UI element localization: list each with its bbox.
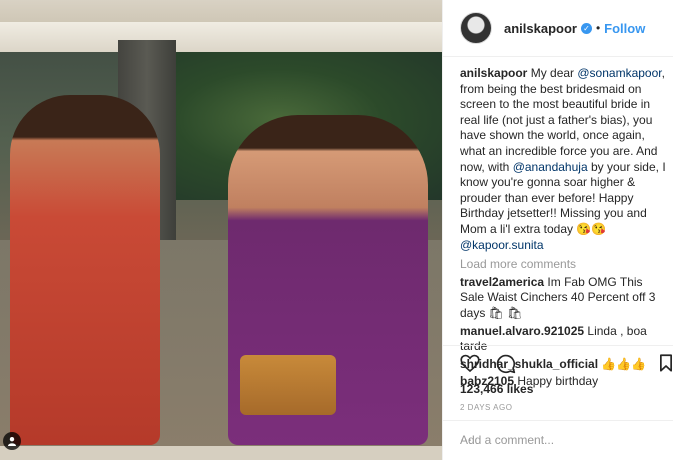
caption-text-1: My dear [527,66,578,80]
header-username[interactable]: anilskapoor [504,21,577,36]
load-more-comments-button[interactable]: Load more comments [460,257,668,273]
post-header: anilskapoor ✓ • Follow [443,0,673,57]
post-photo[interactable] [0,0,442,460]
bookmark-icon[interactable] [660,354,672,377]
photo-clutch [240,355,336,415]
post-sidebar: anilskapoor ✓ • Follow anilskapoor My de… [442,0,673,460]
comment-username[interactable]: manuel.alvaro.921025 [460,324,584,338]
mention-link[interactable]: @kapoor.sunita [460,238,544,252]
avatar[interactable] [460,12,492,44]
comments-list: anilskapoor My dear @sonamkapoor, from b… [460,66,668,390]
heart-icon[interactable] [460,354,480,374]
photo-border-top [0,0,442,22]
comment-item: travel2america Im Fab OMG This Sale Wais… [460,275,668,322]
photo-person-left [10,95,160,445]
likes-count[interactable]: 123,466 likes [460,382,533,396]
photo-canopy [0,18,442,52]
mention-link[interactable]: @sonamkapoor [577,66,661,80]
action-icons [460,354,516,374]
post-date[interactable]: 2 DAYS AGO [460,403,512,412]
caption-username[interactable]: anilskapoor [460,66,527,80]
mention-link[interactable]: @anandahuja [513,160,588,174]
add-comment-bar: Add a comment... ⋯ [443,420,673,460]
verified-badge-icon: ✓ [580,22,592,34]
caption: anilskapoor My dear @sonamkapoor, from b… [460,66,668,253]
caption-text-2: , from being the best bridesmaid on scre… [460,66,665,174]
user-tag-icon[interactable] [3,432,21,450]
comment-username[interactable]: travel2america [460,275,544,289]
separator-dot: • [595,21,601,35]
more-icon[interactable]: ⋯ [460,433,672,447]
comment-icon[interactable] [496,354,516,374]
photo-border-bottom [0,446,442,460]
follow-button[interactable]: Follow [604,21,645,36]
